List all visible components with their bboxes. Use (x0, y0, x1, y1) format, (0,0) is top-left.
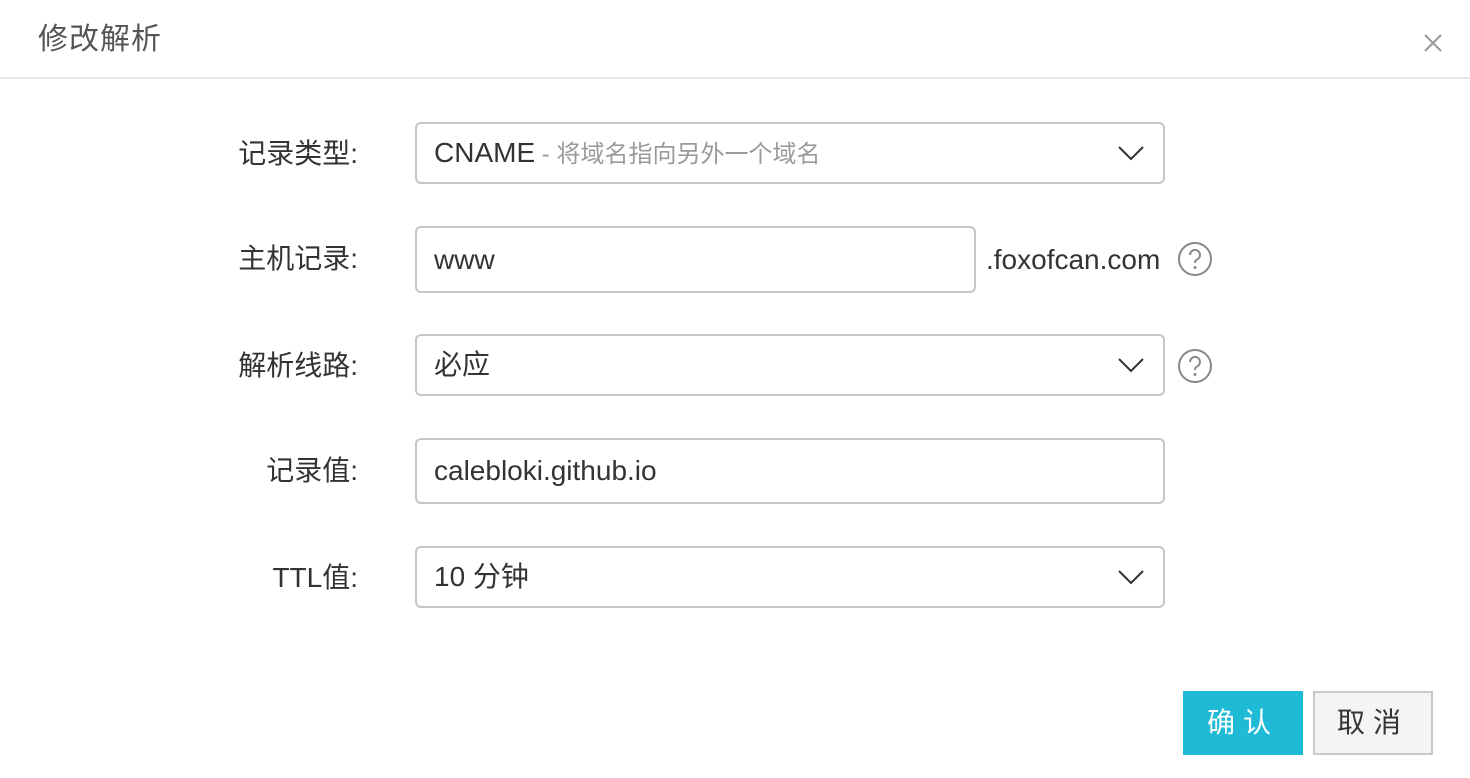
line-label: 解析线路: (238, 350, 358, 381)
line-select[interactable]: 必应 (415, 334, 1165, 396)
domain-suffix: .foxofcan.com (986, 244, 1161, 275)
confirm-button[interactable]: 确认 (1183, 691, 1303, 755)
record-value-label: 记录值: (266, 455, 358, 486)
ttl-select[interactable]: 10 分钟 (415, 546, 1165, 608)
record-value-input[interactable] (417, 440, 1163, 502)
line-value: 必应 (434, 349, 491, 380)
question-circle-icon[interactable] (1177, 348, 1213, 384)
question-circle-icon[interactable] (1177, 241, 1213, 277)
chevron-down-icon (1118, 570, 1144, 585)
record-type-hint: - 将域名指向另外一个域名 (535, 141, 821, 168)
record-type-select[interactable]: CNAME - 将域名指向另外一个域名 (415, 122, 1165, 184)
chevron-down-icon (1118, 358, 1144, 373)
edit-dns-record-dialog: 修改解析 记录类型: CNAME - 将域名指向另外一个域名 主机记录: .fo… (0, 0, 1470, 778)
record-type-label: 记录类型: (238, 138, 358, 169)
record-value-input-box (415, 438, 1165, 504)
ttl-label: TTL值: (272, 562, 358, 593)
host-record-label: 主机记录: (238, 243, 358, 274)
host-record-input[interactable] (417, 228, 974, 291)
record-type-value: CNAME - 将域名指向另外一个域名 (434, 124, 820, 184)
dialog-title: 修改解析 (38, 23, 162, 56)
close-icon[interactable] (1416, 26, 1450, 60)
record-type-selected: CNAME (434, 137, 536, 168)
cancel-button[interactable]: 取消 (1313, 691, 1433, 755)
chevron-down-icon (1118, 146, 1144, 161)
host-record-input-box (415, 226, 976, 293)
ttl-value: 10 分钟 (434, 561, 529, 592)
dialog-header: 修改解析 (0, 0, 1470, 79)
